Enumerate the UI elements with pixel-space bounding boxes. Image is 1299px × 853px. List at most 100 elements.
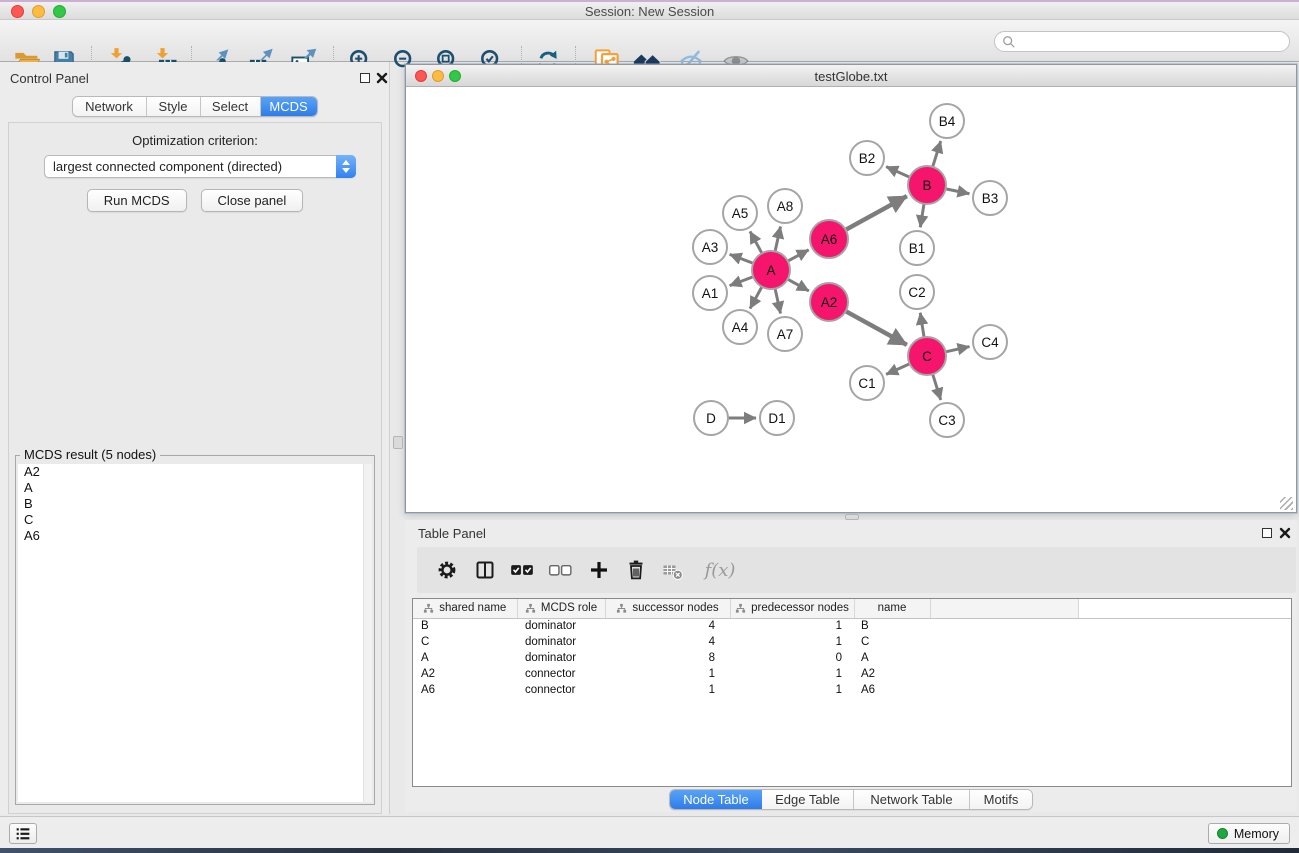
graph-edge-A-A8[interactable]: [775, 227, 781, 253]
run-mcds-button[interactable]: Run MCDS: [87, 189, 187, 212]
graph-node-C1[interactable]: C1: [849, 365, 885, 401]
table-cell[interactable]: dominator: [517, 634, 605, 650]
select-all-button[interactable]: [507, 555, 537, 585]
graph-edge-C-C3[interactable]: [932, 373, 940, 400]
graph-node-A6[interactable]: A6: [809, 219, 849, 259]
graph-node-C2[interactable]: C2: [899, 274, 935, 310]
mcds-result-item[interactable]: B: [18, 496, 372, 512]
column-header-predecessor-nodes[interactable]: predecessor nodes: [730, 599, 854, 618]
vertical-splitter-handle[interactable]: [393, 436, 403, 449]
mcds-result-list[interactable]: A2ABCA6: [18, 464, 372, 802]
graph-edge-A-A4[interactable]: [750, 286, 762, 309]
table-cell[interactable]: 1: [730, 634, 854, 650]
table-cell[interactable]: 4: [605, 634, 730, 650]
graph-edge-B-B1[interactable]: [920, 203, 924, 227]
graph-node-A5[interactable]: A5: [722, 195, 758, 231]
graph-node-A8[interactable]: A8: [767, 188, 803, 224]
graph-edge-C-C1[interactable]: [886, 363, 910, 374]
create-column-button[interactable]: [584, 555, 614, 585]
graph-node-B2[interactable]: B2: [849, 140, 885, 176]
table-cell[interactable]: A2: [413, 666, 517, 682]
table-cell[interactable]: dominator: [517, 650, 605, 666]
mcds-result-item[interactable]: A: [18, 480, 372, 496]
graph-node-A3[interactable]: A3: [692, 229, 728, 265]
table-cell[interactable]: A6: [413, 682, 517, 698]
graph-node-C[interactable]: C: [907, 336, 947, 376]
show-columns-button[interactable]: [470, 555, 500, 585]
table-settings-button[interactable]: [432, 555, 462, 585]
resize-grip[interactable]: [1280, 497, 1293, 510]
graph-node-B3[interactable]: B3: [972, 180, 1008, 216]
show-panels-list-button[interactable]: [9, 823, 37, 844]
table-cell[interactable]: dominator: [517, 618, 605, 634]
tab-mcds[interactable]: MCDS: [261, 97, 317, 116]
table-cell[interactable]: connector: [517, 682, 605, 698]
graph-node-C3[interactable]: C3: [929, 402, 965, 438]
graph-node-B4[interactable]: B4: [929, 103, 965, 139]
column-header-name[interactable]: name: [854, 599, 930, 618]
graph-edge-C-C2[interactable]: [920, 313, 924, 338]
table-cell[interactable]: A6: [854, 682, 930, 698]
network-window-titlebar[interactable]: testGlobe.txt: [406, 65, 1296, 87]
deselect-all-button[interactable]: [545, 555, 575, 585]
float-panel-button[interactable]: [360, 73, 370, 83]
column-header-shared-name[interactable]: shared name: [413, 599, 517, 618]
close-panel-icon[interactable]: [376, 72, 388, 84]
table-cell[interactable]: 0: [730, 650, 854, 666]
optimization-criterion-select[interactable]: largest connected component (directed): [44, 155, 356, 178]
table-row[interactable]: Cdominator41C: [413, 634, 1291, 650]
mcds-result-item[interactable]: A2: [18, 464, 372, 480]
table-cell[interactable]: C: [854, 634, 930, 650]
delete-column-button[interactable]: [621, 555, 651, 585]
table-cell[interactable]: 8: [605, 650, 730, 666]
memory-button[interactable]: Memory: [1208, 823, 1290, 844]
column-header-successor-nodes[interactable]: successor nodes: [605, 599, 730, 618]
graph-node-A4[interactable]: A4: [722, 309, 758, 345]
graph-edge-A-A2[interactable]: [787, 279, 809, 291]
table-cell[interactable]: B: [854, 618, 930, 634]
graph-node-D1[interactable]: D1: [759, 400, 795, 436]
table-cell[interactable]: A2: [854, 666, 930, 682]
column-header-mcds-role[interactable]: MCDS role: [517, 599, 605, 618]
table-row[interactable]: Adominator80A: [413, 650, 1291, 666]
table-cell[interactable]: 4: [605, 618, 730, 634]
table-cell[interactable]: A: [854, 650, 930, 666]
graph-edge-C-C4[interactable]: [945, 347, 970, 353]
close-table-panel-icon[interactable]: [1279, 527, 1291, 539]
close-panel-button[interactable]: Close panel: [201, 189, 304, 212]
table-cell[interactable]: A: [413, 650, 517, 666]
table-cell[interactable]: 1: [730, 618, 854, 634]
table-cell[interactable]: 1: [730, 666, 854, 682]
graph-node-B[interactable]: B: [907, 165, 947, 205]
graph-edge-A2-C[interactable]: [845, 311, 907, 345]
list-scrollbar[interactable]: [363, 464, 372, 802]
graph-node-A[interactable]: A: [751, 250, 791, 290]
mcds-result-item[interactable]: A6: [18, 528, 372, 544]
tab-select[interactable]: Select: [201, 97, 261, 116]
tab-network-table[interactable]: Network Table: [854, 790, 970, 809]
graph-node-B1[interactable]: B1: [899, 230, 935, 266]
table-cell[interactable]: 1: [605, 666, 730, 682]
graph-edge-A-A7[interactable]: [775, 288, 781, 314]
table-cell[interactable]: 1: [730, 682, 854, 698]
graph-node-A2[interactable]: A2: [809, 282, 849, 322]
graph-edge-A6-B[interactable]: [845, 196, 907, 230]
graph-node-C4[interactable]: C4: [972, 324, 1008, 360]
network-canvas[interactable]: B4B2BB3A8A5A6A3B1AA1C2A2A4A7C4CC1C3DD1: [407, 88, 1295, 512]
tab-motifs[interactable]: Motifs: [970, 790, 1032, 809]
graph-node-A1[interactable]: A1: [692, 275, 728, 311]
table-cell[interactable]: 1: [605, 682, 730, 698]
graph-edge-A-A6[interactable]: [787, 250, 809, 262]
graph-node-D[interactable]: D: [693, 400, 729, 436]
table-cell[interactable]: B: [413, 618, 517, 634]
graph-edge-B-B2[interactable]: [886, 167, 910, 178]
table-row[interactable]: A2connector11A2: [413, 666, 1291, 682]
mcds-result-item[interactable]: C: [18, 512, 372, 528]
table-cell[interactable]: C: [413, 634, 517, 650]
table-row[interactable]: Bdominator41B: [413, 618, 1291, 634]
search-input[interactable]: [994, 31, 1290, 52]
graph-edge-A-A3[interactable]: [730, 254, 755, 263]
tab-network[interactable]: Network: [73, 97, 147, 116]
graph-edge-A-A1[interactable]: [730, 276, 755, 285]
table-cell[interactable]: connector: [517, 666, 605, 682]
